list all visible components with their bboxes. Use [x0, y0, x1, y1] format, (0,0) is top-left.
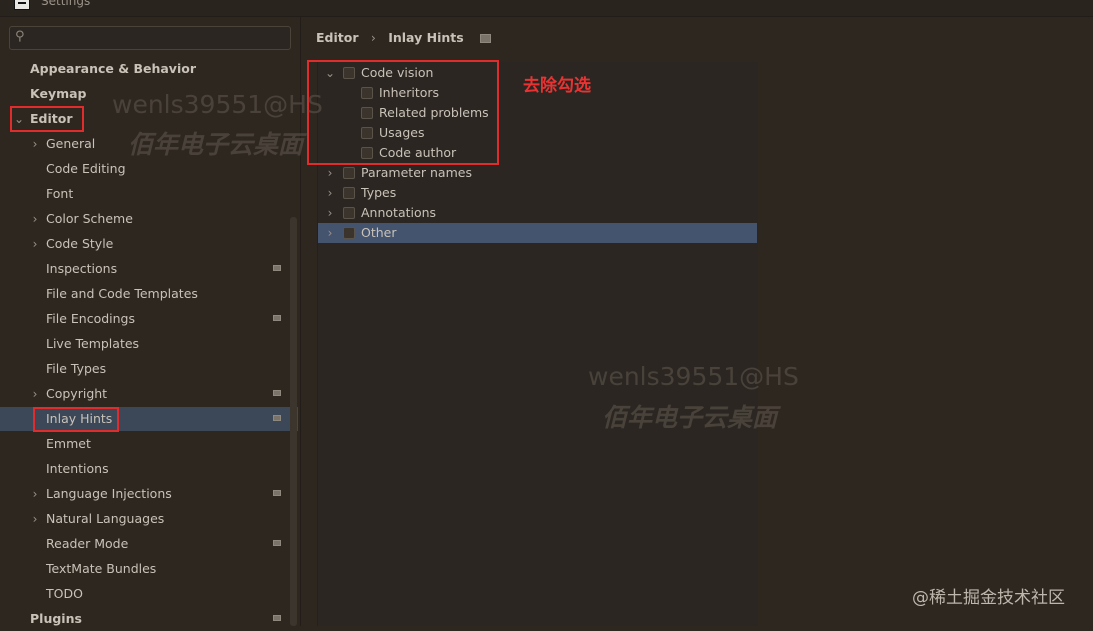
project-scope-icon [480, 34, 492, 43]
hint-checkbox[interactable] [343, 167, 355, 179]
sidebar-item-intentions[interactable]: Intentions [0, 457, 298, 481]
sidebar-item-textmate-bundles[interactable]: TextMate Bundles [0, 557, 298, 581]
sidebar-item-label: Language Injections [46, 486, 172, 501]
sidebar-item-todo[interactable]: TODO [0, 582, 298, 606]
window-title: Settings [41, 0, 91, 8]
sidebar-item-label: Natural Languages [46, 511, 165, 526]
hint-row-parameter-names[interactable]: › Parameter names [318, 163, 757, 183]
sidebar-item-label: Live Templates [46, 336, 140, 351]
watermark-line2-left: 佰年电子云桌面 [128, 130, 304, 159]
chevron-right-icon[interactable]: › [29, 132, 41, 156]
sidebar-scrollbar[interactable] [290, 217, 297, 626]
breadcrumb-parent[interactable]: Editor [316, 30, 359, 45]
sidebar-item-file-encodings[interactable]: File Encodings [0, 307, 298, 331]
hint-row-types[interactable]: › Types [318, 183, 757, 203]
sidebar-item-color-scheme[interactable]: › Color Scheme [0, 207, 298, 231]
search-icon: ⚲ [15, 29, 25, 44]
chevron-right-icon[interactable]: › [324, 163, 336, 183]
project-scope-icon [273, 265, 281, 271]
sidebar-item-label: Intentions [46, 461, 109, 476]
title-bar: Settings [0, 0, 1093, 17]
sidebar-item-label: Color Scheme [46, 211, 133, 226]
sidebar-item-plugins[interactable]: Plugins [0, 607, 298, 631]
sidebar-item-code-style[interactable]: › Code Style [0, 232, 298, 256]
breadcrumb-current: Inlay Hints [388, 30, 464, 45]
chevron-right-icon[interactable]: › [29, 207, 41, 231]
hint-label: Other [361, 225, 397, 240]
sidebar-item-label: Appearance & Behavior [30, 61, 196, 76]
annotation-box-code-vision [307, 60, 499, 165]
hint-label: Parameter names [361, 165, 472, 180]
breadcrumb-separator: › [370, 30, 376, 45]
sidebar-item-live-templates[interactable]: Live Templates [0, 332, 298, 356]
chevron-right-icon[interactable]: › [29, 232, 41, 256]
watermark-line2-center: 佰年电子云桌面 [602, 403, 778, 432]
project-scope-icon [273, 540, 281, 546]
sidebar-item-label: TextMate Bundles [46, 561, 157, 576]
hint-row-annotations[interactable]: › Annotations [318, 203, 757, 223]
project-scope-icon [273, 490, 281, 496]
sidebar-item-label: Code Editing [46, 161, 126, 176]
sidebar-item-natural-languages[interactable]: › Natural Languages [0, 507, 298, 531]
sidebar-item-font[interactable]: Font [0, 182, 298, 206]
chevron-right-icon[interactable]: › [324, 223, 336, 243]
footer-watermark: @稀土掘金技术社区 [912, 588, 1065, 608]
search-box[interactable]: ⚲ [9, 26, 291, 50]
sidebar-item-label: Copyright [46, 386, 108, 401]
chevron-right-icon[interactable]: › [29, 382, 41, 406]
sidebar-item-label: Code Style [46, 236, 114, 251]
annotation-box-inlay-hints [33, 407, 119, 432]
hint-checkbox[interactable] [343, 187, 355, 199]
hint-label: Annotations [361, 205, 437, 220]
sidebar-item-label: Font [46, 186, 74, 201]
sidebar-item-label: General [46, 136, 96, 151]
sidebar-item-appearance-behavior[interactable]: Appearance & Behavior [0, 57, 298, 81]
app-icon [14, 0, 30, 10]
sidebar-item-label: TODO [46, 586, 83, 601]
watermark-line1-left: wenls39551@HS [112, 90, 323, 119]
sidebar-item-label: File and Code Templates [46, 286, 198, 301]
sidebar-item-label: File Types [46, 361, 107, 376]
chevron-right-icon[interactable]: › [29, 482, 41, 506]
hint-checkbox[interactable] [343, 207, 355, 219]
sidebar-item-label: Emmet [46, 436, 91, 451]
chevron-right-icon[interactable]: › [324, 203, 336, 223]
sidebar-item-label: Reader Mode [46, 536, 129, 551]
sidebar-item-emmet[interactable]: Emmet [0, 432, 298, 456]
sidebar-item-label: Keymap [30, 86, 87, 101]
project-scope-icon [273, 415, 281, 421]
hint-checkbox[interactable] [343, 227, 355, 239]
chevron-right-icon[interactable]: › [324, 183, 336, 203]
sidebar-item-file-types[interactable]: File Types [0, 357, 298, 381]
project-scope-icon [273, 615, 281, 621]
search-input[interactable] [36, 28, 288, 48]
sidebar-item-language-injections[interactable]: › Language Injections [0, 482, 298, 506]
sidebar-item-file-and-code-templates[interactable]: File and Code Templates [0, 282, 298, 306]
sidebar-item-reader-mode[interactable]: Reader Mode [0, 532, 298, 556]
sidebar-item-label: Plugins [30, 611, 82, 626]
chevron-right-icon[interactable]: › [29, 507, 41, 531]
breadcrumb: Editor › Inlay Hints [316, 30, 499, 46]
sidebar-item-copyright[interactable]: › Copyright [0, 382, 298, 406]
project-scope-icon [273, 390, 281, 396]
project-scope-icon [273, 315, 281, 321]
sidebar-item-inspections[interactable]: Inspections [0, 257, 298, 281]
annotation-box-editor [10, 106, 84, 132]
sidebar-item-label: Inspections [46, 261, 118, 276]
annotation-note: 去除勾选 [523, 76, 591, 96]
sidebar-item-label: File Encodings [46, 311, 136, 326]
hint-row-other[interactable]: › Other [318, 223, 757, 243]
watermark-line1-center: wenls39551@HS [588, 362, 799, 391]
hint-label: Types [361, 185, 397, 200]
